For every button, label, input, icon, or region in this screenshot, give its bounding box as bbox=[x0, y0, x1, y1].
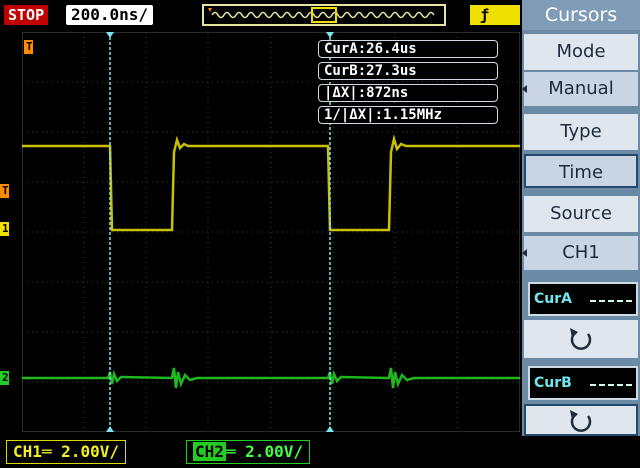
type-value[interactable]: Time bbox=[524, 154, 638, 188]
cura-label: CurA bbox=[534, 291, 572, 307]
curb-softkey[interactable]: CurB bbox=[524, 364, 638, 436]
curb-knob[interactable] bbox=[524, 404, 638, 436]
curb-label: CurB bbox=[534, 375, 572, 391]
cura-softkey[interactable]: CurA bbox=[524, 280, 638, 362]
ch2-name: CH2 bbox=[193, 442, 226, 461]
mode-label[interactable]: Mode bbox=[524, 34, 638, 70]
trigger-level-marker[interactable]: T bbox=[0, 184, 9, 198]
ch1-name: CH1 bbox=[13, 442, 42, 461]
ch2-scale-badge[interactable]: CH2 ═ 2.00V/ bbox=[186, 440, 310, 464]
source-label[interactable]: Source bbox=[524, 196, 638, 232]
type-label[interactable]: Type bbox=[524, 114, 638, 150]
source-arrow-icon bbox=[522, 249, 527, 257]
mode-value[interactable]: Manual bbox=[524, 72, 638, 106]
timebase-readout[interactable]: 200.0ns/ bbox=[66, 5, 154, 25]
cursors-menu: Cursors Mode Manual Type Time Source CH1… bbox=[522, 0, 640, 436]
frequency-readout: 1/|ΔX|:1.15MHz bbox=[318, 106, 498, 124]
cura-line-icon bbox=[590, 300, 632, 302]
ch1-scale: 2.00V/ bbox=[61, 442, 119, 461]
cura-box: CurA bbox=[528, 282, 638, 316]
curb-box: CurB bbox=[528, 366, 638, 400]
cursor-a-readout: CurA:26.4us bbox=[318, 40, 498, 58]
dc-coupling-icon: ═ bbox=[225, 442, 246, 461]
trigger-badge[interactable]: ƒ bbox=[470, 5, 520, 25]
run-state-badge[interactable]: STOP bbox=[4, 5, 49, 25]
mode-arrow-icon bbox=[522, 85, 527, 93]
curb-line-icon bbox=[590, 384, 632, 386]
cura-knob[interactable] bbox=[524, 320, 638, 358]
status-bar: STOP 200.0ns/ ƒ bbox=[0, 0, 522, 30]
trigger-position-marker[interactable]: T bbox=[24, 40, 33, 54]
cursor-b-readout: CurB:27.3us bbox=[318, 62, 498, 80]
ch1-ground-marker[interactable]: 1 bbox=[0, 222, 9, 236]
dc-coupling-icon: ═ bbox=[41, 442, 62, 461]
ch1-scale-badge[interactable]: CH1═ 2.00V/ bbox=[6, 440, 126, 464]
delta-x-readout: |ΔX|:872ns bbox=[318, 84, 498, 102]
ch2-scale: 2.00V/ bbox=[245, 442, 303, 461]
rotate-knob-icon bbox=[570, 410, 592, 432]
memory-overview-bar bbox=[202, 4, 446, 26]
menu-title: Cursors bbox=[522, 0, 640, 30]
source-value[interactable]: CH1 bbox=[524, 236, 638, 270]
rising-edge-icon: ƒ bbox=[480, 6, 490, 24]
rotate-knob-icon bbox=[570, 328, 592, 350]
ch2-ground-marker[interactable]: 2 bbox=[0, 371, 9, 385]
